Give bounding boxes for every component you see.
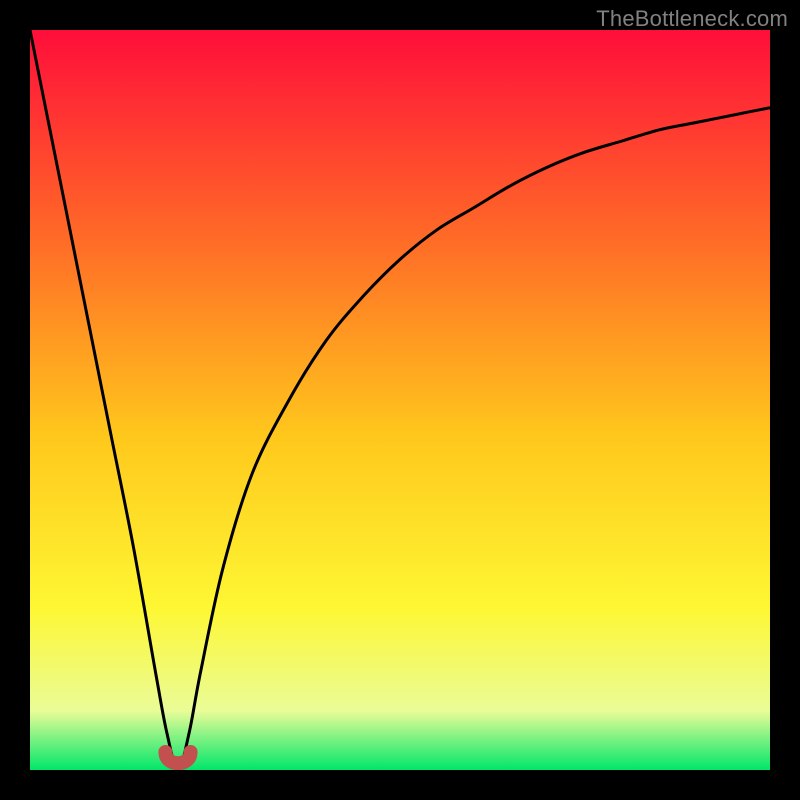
chart-frame: TheBottleneck.com	[0, 0, 800, 800]
watermark-text: TheBottleneck.com	[596, 6, 788, 32]
plot-area	[30, 30, 770, 770]
bottleneck-chart	[30, 30, 770, 770]
gradient-background	[30, 30, 770, 770]
